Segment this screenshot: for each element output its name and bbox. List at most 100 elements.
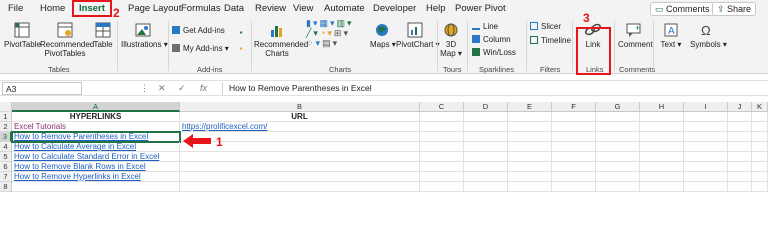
empty-cell[interactable] xyxy=(728,172,752,182)
empty-cell[interactable] xyxy=(464,132,508,142)
empty-cell[interactable] xyxy=(552,122,596,132)
row-header-8[interactable]: 8 xyxy=(0,182,12,192)
tab-home[interactable]: Home xyxy=(40,3,65,14)
row-header-3[interactable]: 3 xyxy=(0,132,12,142)
column-header-g[interactable]: G xyxy=(596,102,640,112)
empty-cell[interactable] xyxy=(180,172,420,182)
empty-cell[interactable] xyxy=(420,162,464,172)
empty-cell[interactable] xyxy=(640,162,684,172)
column-header-f[interactable]: F xyxy=(552,102,596,112)
empty-cell[interactable] xyxy=(596,172,640,182)
empty-cell[interactable] xyxy=(752,182,768,192)
empty-cell[interactable] xyxy=(640,112,684,122)
maps-button[interactable]: Maps ▾ xyxy=(370,22,396,49)
empty-cell[interactable] xyxy=(684,132,728,142)
cell-a4[interactable]: How to Calculate Average in Excel xyxy=(12,142,180,152)
cell-b1[interactable]: URL xyxy=(180,112,420,122)
select-all-corner[interactable] xyxy=(0,102,12,112)
empty-cell[interactable] xyxy=(552,152,596,162)
empty-cell[interactable] xyxy=(508,132,552,142)
cell-a6[interactable]: How to Remove Blank Rows in Excel xyxy=(12,162,180,172)
empty-cell[interactable] xyxy=(552,162,596,172)
empty-cell[interactable] xyxy=(596,142,640,152)
timeline-button[interactable]: Timeline xyxy=(530,36,571,46)
options-icon[interactable]: ⋮ xyxy=(140,83,149,94)
tab-page-layout[interactable]: Page Layout xyxy=(128,3,181,14)
row-header-7[interactable]: 7 xyxy=(0,172,12,182)
empty-cell[interactable] xyxy=(508,172,552,182)
empty-cell[interactable] xyxy=(508,152,552,162)
pivotchart-button[interactable]: PivotChart ▾ xyxy=(396,22,440,49)
enter-icon[interactable]: ✓ xyxy=(178,83,186,94)
tab-automate[interactable]: Automate xyxy=(324,3,365,14)
cell-a7[interactable]: How to Remove Hyperlinks in Excel xyxy=(12,172,180,182)
empty-cell[interactable] xyxy=(596,112,640,122)
empty-cell[interactable] xyxy=(552,112,596,122)
empty-cell[interactable] xyxy=(684,172,728,182)
empty-cell[interactable] xyxy=(180,162,420,172)
empty-cell[interactable] xyxy=(640,152,684,162)
cell-a1[interactable]: HYPERLINKS xyxy=(12,112,180,122)
formula-input[interactable]: How to Remove Parentheses in Excel xyxy=(222,82,766,95)
empty-cell[interactable] xyxy=(420,172,464,182)
get-addins-button[interactable]: Get Add-ins xyxy=(172,26,225,36)
empty-cell[interactable] xyxy=(464,162,508,172)
empty-cell[interactable] xyxy=(752,142,768,152)
column-header-d[interactable]: D xyxy=(464,102,508,112)
empty-cell[interactable] xyxy=(752,112,768,122)
tab-view[interactable]: View xyxy=(293,3,313,14)
tab-power-pivot[interactable]: Power Pivot xyxy=(455,3,506,14)
empty-cell[interactable] xyxy=(464,172,508,182)
chart-types-gallery[interactable]: ▮▾▦▾▥▾ ╱▾◔▾⊞▾ ⁘▾▤▾ xyxy=(306,18,354,48)
empty-cell[interactable] xyxy=(596,132,640,142)
cell-a5[interactable]: How to Calculate Standard Error in Excel xyxy=(12,152,180,162)
tab-data[interactable]: Data xyxy=(224,3,244,14)
comment-button[interactable]: + Comment xyxy=(618,22,653,49)
pivottable-button[interactable]: PivotTable xyxy=(4,22,41,49)
empty-cell[interactable] xyxy=(508,112,552,122)
comments-button[interactable]: ▭ Comments xyxy=(650,2,715,16)
bing-icon[interactable]: ▪ xyxy=(237,44,245,53)
empty-cell[interactable] xyxy=(508,122,552,132)
empty-cell[interactable] xyxy=(464,142,508,152)
3d-map-button[interactable]: 3D Map ▾ xyxy=(440,22,462,58)
name-box[interactable]: A3 xyxy=(2,82,82,95)
empty-cell[interactable] xyxy=(596,162,640,172)
row-header-6[interactable]: 6 xyxy=(0,162,12,172)
empty-cell[interactable] xyxy=(420,112,464,122)
cancel-icon[interactable]: ✕ xyxy=(158,83,166,94)
empty-cell[interactable] xyxy=(640,132,684,142)
empty-cell[interactable] xyxy=(752,172,768,182)
empty-cell[interactable] xyxy=(552,142,596,152)
row-header-1[interactable]: 1 xyxy=(0,112,12,122)
cell-a2[interactable]: Excel Tutorials xyxy=(12,122,180,132)
empty-cell[interactable] xyxy=(596,182,640,192)
empty-cell[interactable] xyxy=(552,172,596,182)
recommended-pivottables-button[interactable]: Recommended PivotTables xyxy=(40,22,94,58)
cell-b2[interactable]: https://prolificexcel.com/ xyxy=(180,122,420,132)
empty-cell[interactable] xyxy=(752,122,768,132)
empty-cell[interactable] xyxy=(684,162,728,172)
column-header-e[interactable]: E xyxy=(508,102,552,112)
symbols-button[interactable]: Ω Symbols ▾ xyxy=(690,22,727,49)
empty-cell[interactable] xyxy=(728,132,752,142)
empty-cell[interactable] xyxy=(596,152,640,162)
row-header-2[interactable]: 2 xyxy=(0,122,12,132)
cell-a8[interactable] xyxy=(12,182,180,192)
empty-cell[interactable] xyxy=(464,122,508,132)
sparkline-winloss-button[interactable]: Win/Loss xyxy=(472,48,516,58)
row-header-5[interactable]: 5 xyxy=(0,152,12,162)
empty-cell[interactable] xyxy=(728,182,752,192)
sparkline-column-button[interactable]: Column xyxy=(472,35,511,45)
empty-cell[interactable] xyxy=(420,182,464,192)
my-addins-button[interactable]: My Add-ins ▾ xyxy=(172,44,229,54)
slicer-button[interactable]: Slicer xyxy=(530,22,561,32)
tab-formulas[interactable]: Formulas xyxy=(181,3,221,14)
column-header-h[interactable]: H xyxy=(640,102,684,112)
empty-cell[interactable] xyxy=(464,112,508,122)
empty-cell[interactable] xyxy=(640,172,684,182)
cell-a3[interactable]: How to Remove Parentheses in Excel xyxy=(11,131,181,143)
empty-cell[interactable] xyxy=(180,152,420,162)
empty-cell[interactable] xyxy=(728,142,752,152)
column-header-b[interactable]: B xyxy=(180,102,420,112)
